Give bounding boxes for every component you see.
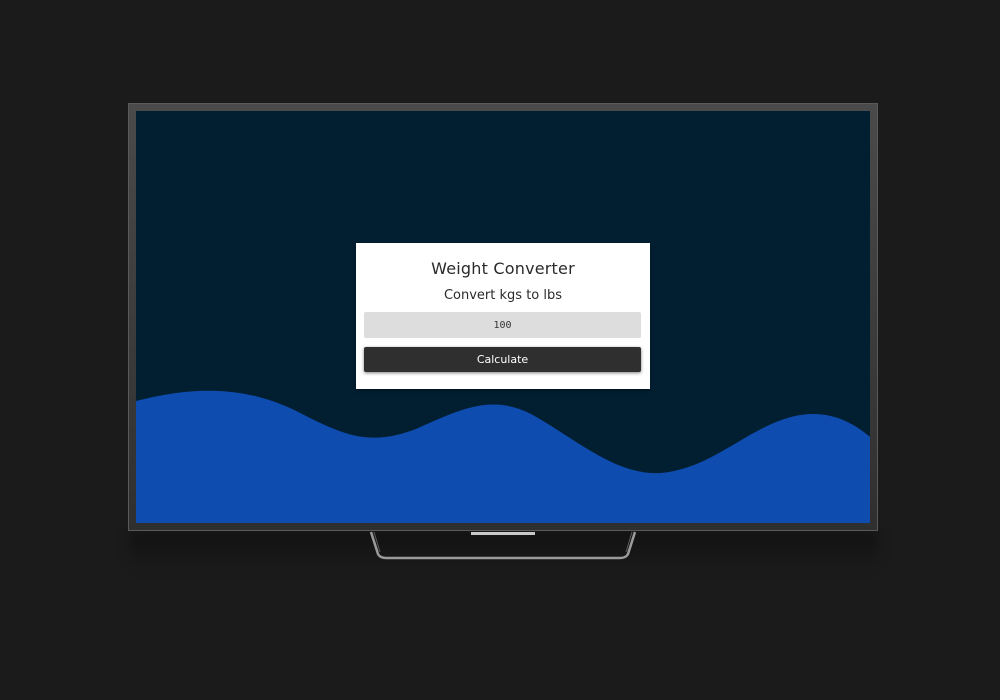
stand-indicator (471, 532, 535, 535)
kg-input[interactable] (364, 312, 641, 338)
tv-screen: Weight Converter Convert kgs to lbs Calc… (136, 111, 870, 523)
card-subtitle: Convert kgs to lbs (443, 288, 563, 303)
tv-stand (369, 531, 637, 560)
card-title: Weight Converter (431, 259, 575, 278)
converter-card: Weight Converter Convert kgs to lbs Calc… (356, 243, 650, 389)
wave-shape (136, 390, 870, 523)
stand-left-leg (369, 531, 637, 560)
calculate-button[interactable]: Calculate (364, 347, 641, 372)
tv-frame: Weight Converter Convert kgs to lbs Calc… (128, 103, 878, 531)
